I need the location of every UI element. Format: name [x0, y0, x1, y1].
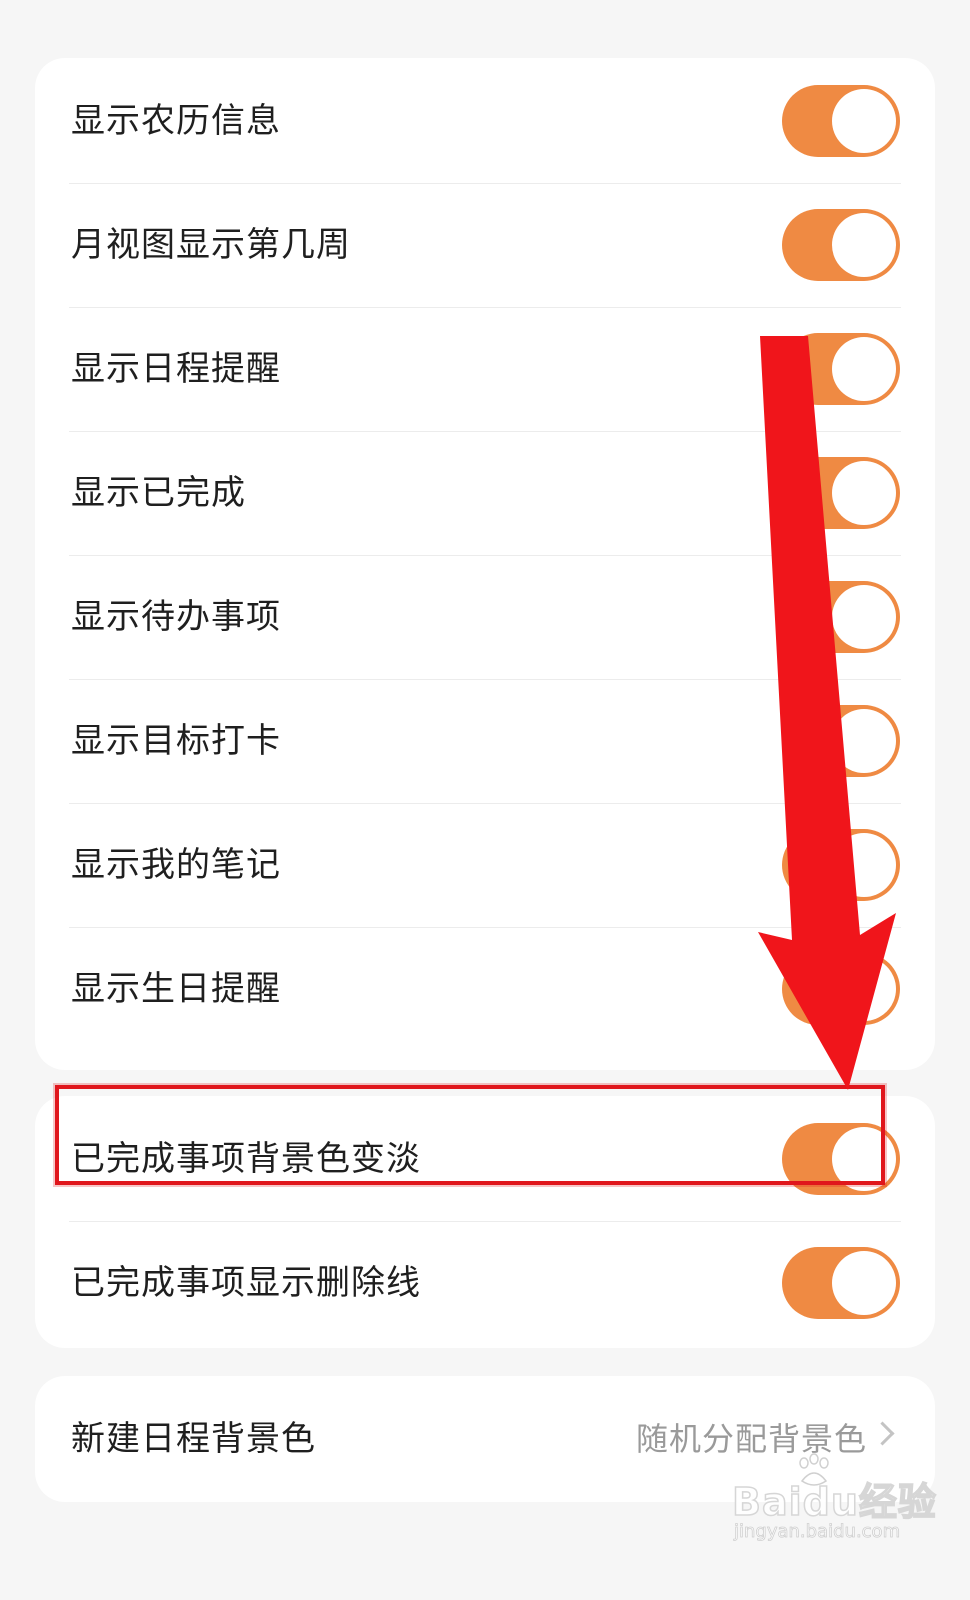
setting-row-new-schedule-bg[interactable]: 新建日程背景色 随机分配背景色	[35, 1376, 935, 1502]
toggle-knob	[832, 833, 896, 897]
setting-label: 显示日程提醒	[71, 349, 281, 389]
chevron-right-icon	[870, 1421, 895, 1446]
settings-group-display: 显示农历信息 月视图显示第几周 显示日程提醒 显示已完成 显示待办事项 显示目标…	[35, 58, 935, 1070]
setting-label: 已完成事项显示删除线	[71, 1263, 421, 1303]
toggle-switch[interactable]	[782, 953, 900, 1025]
watermark-url: jingyan.baidu.com	[734, 1521, 901, 1543]
setting-label: 新建日程背景色	[71, 1419, 316, 1459]
toggle-knob	[832, 213, 896, 277]
setting-row-schedule-reminder[interactable]: 显示日程提醒	[35, 306, 935, 432]
settings-group-new-schedule: 新建日程背景色 随机分配背景色	[35, 1376, 935, 1502]
setting-label: 月视图显示第几周	[71, 225, 351, 265]
setting-label: 显示已完成	[71, 473, 246, 513]
toggle-switch[interactable]	[782, 333, 900, 405]
setting-row-birthday-reminder[interactable]: 显示生日提醒	[35, 926, 935, 1052]
toggle-switch[interactable]	[782, 581, 900, 653]
toggle-knob	[832, 957, 896, 1021]
setting-row-todo[interactable]: 显示待办事项	[35, 554, 935, 680]
toggle-knob	[832, 1127, 896, 1191]
setting-label: 显示农历信息	[71, 101, 281, 141]
setting-row-lunar[interactable]: 显示农历信息	[35, 58, 935, 184]
toggle-switch[interactable]	[782, 705, 900, 777]
setting-label: 显示待办事项	[71, 597, 281, 637]
setting-row-fade-completed-bg[interactable]: 已完成事项背景色变淡	[35, 1096, 935, 1222]
setting-label: 显示我的笔记	[71, 845, 281, 885]
setting-value: 随机分配背景色	[635, 1420, 867, 1458]
toggle-knob	[832, 89, 896, 153]
setting-label: 显示目标打卡	[71, 721, 281, 761]
toggle-knob	[832, 709, 896, 773]
toggle-switch[interactable]	[782, 1123, 900, 1195]
toggle-knob	[832, 1251, 896, 1315]
setting-label: 已完成事项背景色变淡	[71, 1139, 421, 1179]
setting-row-notes[interactable]: 显示我的笔记	[35, 802, 935, 928]
toggle-switch[interactable]	[782, 457, 900, 529]
toggle-switch[interactable]	[782, 1247, 900, 1319]
setting-row-week-number[interactable]: 月视图显示第几周	[35, 182, 935, 308]
toggle-knob	[832, 337, 896, 401]
setting-row-completed[interactable]: 显示已完成	[35, 430, 935, 556]
setting-row-goal-checkin[interactable]: 显示目标打卡	[35, 678, 935, 804]
toggle-switch[interactable]	[782, 209, 900, 281]
toggle-knob	[832, 461, 896, 525]
settings-group-completed-style: 已完成事项背景色变淡 已完成事项显示删除线	[35, 1096, 935, 1348]
toggle-switch[interactable]	[782, 85, 900, 157]
toggle-knob	[832, 585, 896, 649]
toggle-switch[interactable]	[782, 829, 900, 901]
setting-row-strikethrough-completed[interactable]: 已完成事项显示删除线	[35, 1220, 935, 1346]
setting-label: 显示生日提醒	[71, 969, 281, 1009]
